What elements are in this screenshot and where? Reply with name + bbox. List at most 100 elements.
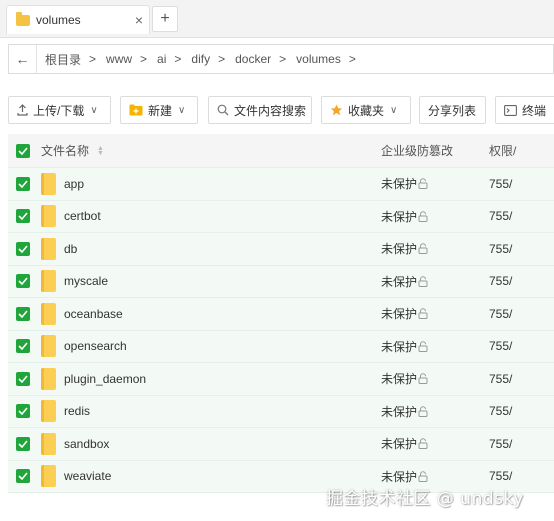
lock-icon[interactable] (418, 405, 428, 417)
permission-value[interactable]: 755/ (489, 339, 512, 353)
crumb-ai[interactable]: ai (157, 52, 166, 66)
table-row[interactable]: opensearch 未保护 755/ (8, 330, 554, 363)
terminal-icon (504, 104, 517, 116)
file-name[interactable]: myscale (64, 274, 108, 288)
file-name[interactable]: redis (64, 404, 90, 418)
folder-icon (41, 465, 56, 488)
new-tab-button[interactable]: + (152, 6, 178, 32)
search-icon (217, 104, 229, 116)
protection-status[interactable]: 未保护 (381, 338, 417, 355)
permission-value[interactable]: 755/ (489, 209, 512, 223)
star-icon (330, 104, 343, 116)
crumb-root[interactable]: 根目录 (45, 51, 81, 68)
lock-icon[interactable] (418, 340, 428, 352)
lock-icon[interactable] (418, 275, 428, 287)
file-table: 文件名称 ▲ ▼ 企业级防篡改 权限/ app 未保护 755/certbot 未保护 7… (8, 134, 554, 493)
terminal-button[interactable]: 终端 (495, 96, 554, 124)
permission-value[interactable]: 755/ (489, 404, 512, 418)
protection-status[interactable]: 未保护 (381, 240, 417, 257)
lock-icon[interactable] (418, 243, 428, 255)
crumb-dify[interactable]: dify (191, 52, 210, 66)
row-checkbox[interactable] (16, 469, 30, 484)
file-name[interactable]: weaviate (64, 469, 111, 483)
upload-download-button[interactable]: 上传/下载 ∨ (8, 96, 111, 124)
favorites-button[interactable]: 收藏夹 ∨ (321, 96, 411, 124)
header-permission[interactable]: 权限/ (489, 144, 516, 158)
row-checkbox[interactable] (16, 176, 30, 191)
file-name[interactable]: opensearch (64, 339, 127, 353)
tab-volumes[interactable]: volumes × (6, 5, 150, 34)
file-name[interactable]: sandbox (64, 437, 109, 451)
protection-status[interactable]: 未保护 (381, 305, 417, 322)
protection-status[interactable]: 未保护 (381, 273, 417, 290)
file-name[interactable]: db (64, 242, 77, 256)
file-name[interactable]: oceanbase (64, 307, 123, 321)
row-checkbox[interactable] (16, 339, 30, 354)
permission-value[interactable]: 755/ (489, 372, 512, 386)
share-list-button[interactable]: 分享列表 (419, 96, 486, 124)
table-row[interactable]: redis 未保护 755/ (8, 395, 554, 428)
table-row[interactable]: plugin_daemon 未保护 755/ (8, 363, 554, 396)
table-row[interactable]: db 未保护 755/ (8, 233, 554, 266)
lock-icon[interactable] (418, 470, 428, 482)
protection-status[interactable]: 未保护 (381, 435, 417, 452)
lock-icon[interactable] (418, 210, 428, 222)
address-bar[interactable]: ← 根目录 > www > ai > dify > docker > volum… (8, 44, 554, 74)
permission-value[interactable]: 755/ (489, 177, 512, 191)
row-checkbox[interactable] (16, 371, 30, 386)
permission-value[interactable]: 755/ (489, 274, 512, 288)
back-arrow-icon[interactable]: ← (9, 45, 37, 73)
crumb-www[interactable]: www (106, 52, 132, 66)
permission-value[interactable]: 755/ (489, 437, 512, 451)
row-checkbox[interactable] (16, 436, 30, 451)
new-folder-icon (129, 104, 143, 116)
folder-icon (41, 432, 56, 455)
table-row[interactable]: certbot 未保护 755/ (8, 200, 554, 233)
close-icon[interactable]: × (129, 12, 149, 28)
protection-status[interactable]: 未保护 (381, 370, 417, 387)
content-search-button[interactable]: 文件内容搜索 (208, 96, 312, 124)
folder-icon (41, 205, 56, 228)
folder-icon (16, 11, 30, 26)
row-checkbox[interactable] (16, 306, 30, 321)
file-name[interactable]: app (64, 177, 84, 191)
file-name[interactable]: plugin_daemon (64, 372, 146, 386)
crumb-separator: > (89, 52, 97, 66)
table-header: 文件名称 ▲ ▼ 企业级防篡改 权限/ (8, 134, 554, 168)
crumb-separator: > (279, 52, 287, 66)
lock-icon[interactable] (418, 373, 428, 385)
crumb-docker[interactable]: docker (235, 52, 271, 66)
row-checkbox[interactable] (16, 241, 30, 256)
chevron-down-icon: ∨ (90, 104, 98, 116)
folder-icon (41, 270, 56, 293)
permission-value[interactable]: 755/ (489, 469, 512, 483)
protection-status[interactable]: 未保护 (381, 208, 417, 225)
protection-status[interactable]: 未保护 (381, 468, 417, 485)
row-checkbox[interactable] (16, 404, 30, 419)
table-row[interactable]: app 未保护 755/ (8, 168, 554, 201)
table-row[interactable]: oceanbase 未保护 755/ (8, 298, 554, 331)
new-button[interactable]: 新建 ∨ (120, 96, 198, 124)
permission-value[interactable]: 755/ (489, 307, 512, 321)
crumb-volumes[interactable]: volumes (296, 52, 341, 66)
row-checkbox[interactable] (16, 274, 30, 289)
protection-status[interactable]: 未保护 (381, 403, 417, 420)
tab-bar: volumes × + (0, 0, 554, 38)
folder-icon (41, 335, 56, 358)
crumb-separator: > (174, 52, 182, 66)
select-all-checkbox[interactable] (16, 143, 30, 158)
row-checkbox[interactable] (16, 209, 30, 224)
header-file-name[interactable]: 文件名称 (41, 142, 89, 159)
file-name[interactable]: certbot (64, 209, 101, 223)
lock-icon[interactable] (418, 178, 428, 190)
chevron-down-icon: ∨ (390, 104, 398, 116)
crumb-separator: > (348, 52, 356, 66)
sort-icon[interactable]: ▲ ▼ (97, 145, 104, 157)
permission-value[interactable]: 755/ (489, 242, 512, 256)
lock-icon[interactable] (418, 438, 428, 450)
crumb-separator: > (140, 52, 148, 66)
table-row[interactable]: sandbox 未保护 755/ (8, 428, 554, 461)
table-row[interactable]: myscale 未保护 755/ (8, 265, 554, 298)
protection-status[interactable]: 未保护 (381, 175, 417, 192)
lock-icon[interactable] (418, 308, 428, 320)
